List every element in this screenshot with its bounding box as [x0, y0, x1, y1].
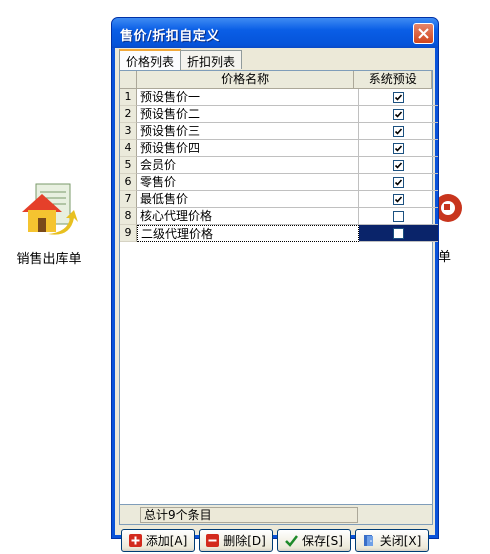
row-number: 8: [120, 208, 137, 225]
sales-outbound-icon: [22, 183, 78, 235]
window-title: 售价/折扣自定义: [120, 29, 220, 44]
system-preset-cell[interactable]: [359, 89, 438, 106]
preset-checkbox[interactable]: [393, 176, 404, 188]
header-row-number: [120, 71, 137, 88]
table-row[interactable]: 4 预设售价四: [120, 140, 438, 157]
minus-icon: [206, 534, 220, 547]
add-button[interactable]: 添加[A]: [121, 529, 195, 552]
row-number: 1: [120, 89, 137, 106]
dialog-body: 价格列表 折扣列表 价格名称 系统预设 1 预设售价一 2 预设售价二 3 预设售价三 4 预…: [115, 48, 438, 552]
checkmark-icon: [394, 144, 403, 152]
system-preset-cell[interactable]: [359, 157, 438, 174]
preset-checkbox[interactable]: [393, 159, 404, 171]
price-discount-dialog: 售价/折扣自定义 价格列表 折扣列表 价格名称 系统预设 1 预设售价一 2 预设售价…: [111, 17, 439, 552]
price-name-cell[interactable]: 预设售价三: [137, 123, 359, 140]
status-bar: 总计9个条目: [119, 505, 433, 525]
checkmark-icon: [394, 195, 403, 203]
checkmark-icon: [394, 178, 403, 186]
system-preset-cell[interactable]: [359, 106, 438, 123]
price-name-cell[interactable]: 零售价: [137, 174, 359, 191]
row-number: 5: [120, 157, 137, 174]
header-price-name[interactable]: 价格名称: [137, 71, 355, 88]
grid-header: 价格名称 系统预设: [120, 71, 432, 89]
delete-button-label: 删除[D]: [223, 534, 266, 548]
row-number: 7: [120, 191, 137, 208]
system-preset-cell[interactable]: [359, 140, 438, 157]
table-row[interactable]: 1 预设售价一: [120, 89, 438, 106]
checkmark-icon: [285, 535, 298, 547]
table-row[interactable]: 2 预设售价二: [120, 106, 438, 123]
close-button-label: 关闭[X]: [379, 534, 422, 548]
table-row[interactable]: 6 零售价: [120, 174, 438, 191]
tab-price-list[interactable]: 价格列表: [119, 49, 182, 70]
desktop-icon-label: 销售出库单: [16, 252, 82, 267]
price-grid[interactable]: 价格名称 系统预设 1 预设售价一 2 预设售价二 3 预设售价三 4 预设售价四 5 会员价 6 零…: [119, 70, 438, 505]
add-button-label: 添加[A]: [145, 534, 188, 548]
save-button[interactable]: 保存[S]: [277, 529, 351, 552]
preset-checkbox[interactable]: [393, 193, 404, 205]
tab-strip: 价格列表 折扣列表: [119, 49, 243, 70]
preset-checkbox[interactable]: [393, 142, 404, 154]
price-name-cell[interactable]: 最低售价: [137, 191, 359, 208]
table-row[interactable]: 9 二级代理价格: [120, 225, 438, 242]
preset-checkbox[interactable]: [393, 210, 404, 222]
price-name-cell[interactable]: 预设售价一: [137, 89, 359, 106]
desktop-icon-sales-outbound[interactable]: 销售出库单: [8, 182, 90, 267]
row-number: 9: [120, 225, 137, 242]
system-preset-cell[interactable]: [359, 225, 438, 242]
plus-icon: [128, 534, 142, 547]
close-icon: [418, 28, 429, 39]
row-number: 2: [120, 106, 137, 123]
save-button-label: 保存[S]: [302, 534, 343, 548]
desktop-icon-label: 单: [438, 250, 452, 265]
header-system-preset[interactable]: 系统预设: [354, 71, 432, 88]
price-name-cell[interactable]: 预设售价四: [137, 140, 359, 157]
price-name-cell[interactable]: 预设售价二: [137, 106, 359, 123]
close-window-button[interactable]: [413, 23, 434, 44]
preset-checkbox[interactable]: [393, 91, 404, 103]
tab-discount-list[interactable]: 折扣列表: [180, 50, 243, 69]
exit-door-icon: [363, 535, 373, 546]
table-row[interactable]: 3 预设售价三: [120, 123, 438, 140]
delete-button[interactable]: 删除[D]: [199, 529, 273, 552]
preset-checkbox[interactable]: [393, 125, 404, 137]
system-preset-cell[interactable]: [359, 191, 438, 208]
checkmark-icon: [394, 161, 403, 169]
row-number: 6: [120, 174, 137, 191]
status-count: 总计9个条目: [140, 507, 358, 523]
system-preset-cell[interactable]: [359, 174, 438, 191]
table-row[interactable]: 8 核心代理价格: [120, 208, 438, 225]
checkmark-icon: [394, 110, 403, 118]
preset-checkbox[interactable]: [393, 227, 404, 239]
row-number: 3: [120, 123, 137, 140]
button-bar: 添加[A] 删除[D] 保存[S] 关闭[X]: [121, 529, 437, 553]
system-preset-cell[interactable]: [359, 123, 438, 140]
row-number: 4: [120, 140, 137, 157]
table-row[interactable]: 5 会员价: [120, 157, 438, 174]
table-row[interactable]: 7 最低售价: [120, 191, 438, 208]
preset-checkbox[interactable]: [393, 108, 404, 120]
price-name-cell[interactable]: 二级代理价格: [137, 225, 359, 242]
title-bar[interactable]: 售价/折扣自定义: [112, 18, 438, 48]
close-button[interactable]: 关闭[X]: [355, 529, 429, 552]
system-preset-cell[interactable]: [359, 208, 438, 225]
checkmark-icon: [394, 127, 403, 135]
checkmark-icon: [394, 93, 403, 101]
price-name-cell[interactable]: 核心代理价格: [137, 208, 359, 225]
price-name-cell[interactable]: 会员价: [137, 157, 359, 174]
